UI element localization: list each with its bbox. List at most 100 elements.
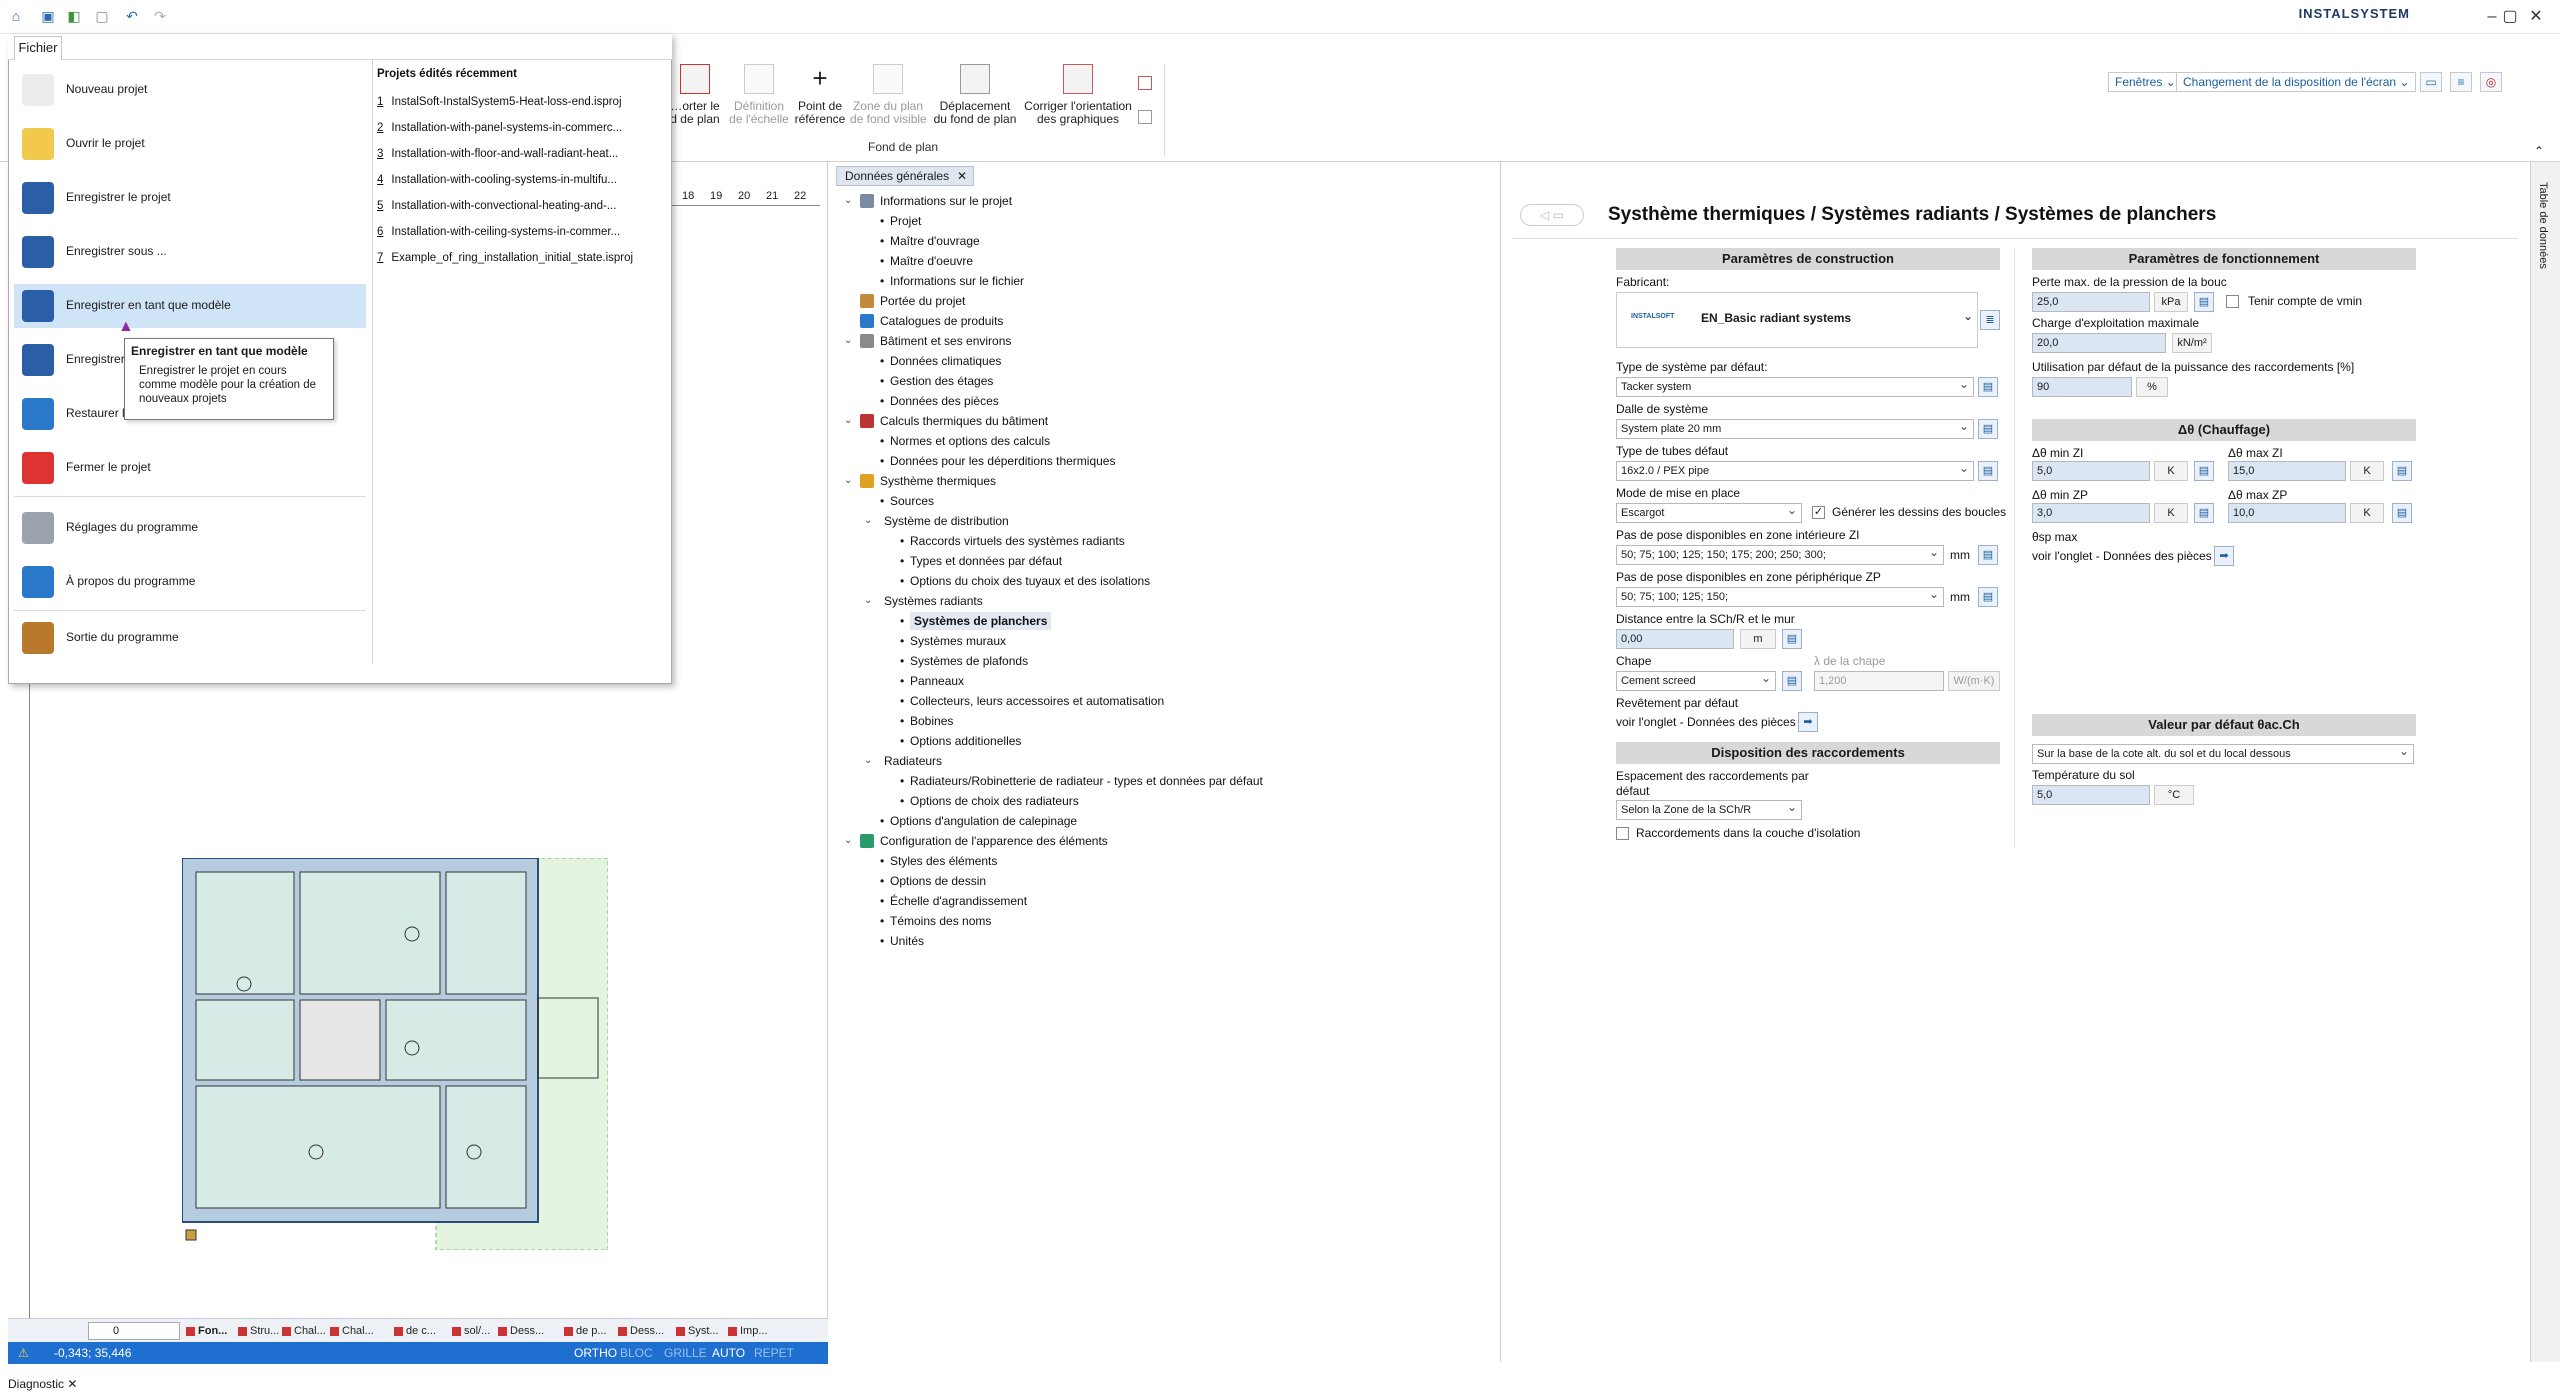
tree-node[interactable]: Systèmes de plafonds [910,652,1028,670]
recent-project-item[interactable]: 4 Installation-with-cooling-systems-in-mu… [377,174,617,186]
load-input[interactable]: 20,0 [2032,333,2166,353]
tree-node[interactable]: Données pour les déperditions thermiques [890,452,1115,470]
layer-tab[interactable]: Chal... [328,1322,374,1340]
vmin-checkbox[interactable] [2226,295,2239,308]
pipe-table-button[interactable]: ▤ [1978,461,1998,481]
tree-node[interactable]: Unités [890,932,924,950]
help-icon[interactable]: ◎ [2480,72,2502,92]
tree-node[interactable]: Témoins des noms [890,912,991,930]
min-zp-table-button[interactable]: ▤ [2194,503,2214,523]
tree-toggle-icon[interactable]: ⌄ [844,475,852,486]
undo-icon[interactable]: ↶ [124,8,140,24]
ribbon-reference-point-button[interactable]: + Point de référence [792,64,848,126]
tree-node[interactable]: Systèmes radiants [884,592,983,610]
lambda-input[interactable]: 1,200 [1814,671,1944,691]
tree-node[interactable]: Collecteurs, leurs accessoires et automa… [910,692,1164,710]
mode-grille[interactable]: GRILLE [664,1342,707,1364]
tree-node[interactable]: Raccords virtuels des systèmes radiants [910,532,1125,550]
layer-tab[interactable]: Dess... [616,1322,664,1340]
catalog-button[interactable]: ≣ [1980,310,2000,330]
pitch-zp-select[interactable]: 50; 75; 100; 125; 150; [1616,587,1944,607]
tree-toggle-icon[interactable]: ⌄ [844,415,852,426]
recent-project-item[interactable]: 1 InstalSoft-InstalSystem5-Heat-loss-end.… [377,96,622,108]
tree-node[interactable]: Normes et options des calculs [890,432,1050,450]
tab-general-data[interactable]: Données générales ✕ [836,166,975,186]
menu-item-0[interactable]: Nouveau projet [14,68,366,112]
tree-node[interactable]: Options du choix des tuyaux et des isola… [910,572,1150,590]
tree-node[interactable]: Calculs thermiques du bâtiment [880,412,1048,430]
menu-item-10[interactable]: Sortie du programme [14,616,366,660]
pressure-table-button[interactable]: ▤ [2194,292,2214,312]
menu-item-1[interactable]: Ouvrir le projet [14,122,366,166]
system-type-select[interactable]: Tacker system [1616,377,1974,397]
ribbon-import-button[interactable]: …orter le d de plan [664,64,726,126]
min-zi-table-button[interactable]: ▤ [2194,461,2214,481]
spacing-select[interactable]: Selon la Zone de la SCh/R [1616,800,1802,820]
usage-input[interactable]: 90 [2032,377,2132,397]
close-icon[interactable]: ✕ [67,1377,77,1391]
tree-node[interactable]: Types et données par défaut [910,552,1062,570]
tree-node[interactable]: Système de distribution [884,512,1009,530]
layer-tab[interactable]: de c... [392,1322,436,1340]
mode-bloc[interactable]: BLOC [620,1342,653,1364]
save-icon[interactable]: ▣ [40,8,56,24]
data-table-sidebar[interactable]: Table de données [2530,162,2560,1362]
layout-dropdown[interactable]: Changement de la disposition de l'écran … [2176,72,2417,92]
max-zi-table-button[interactable]: ▤ [2392,461,2412,481]
basis-select[interactable]: Sur la base de la cote alt. du sol et du… [2032,744,2414,764]
pitch-zi-table-button[interactable]: ▤ [1978,545,1998,565]
distance-table-button[interactable]: ▤ [1782,629,1802,649]
tree-node[interactable]: Maître d'oeuvre [890,252,973,270]
menu-item-7[interactable]: Fermer le projet [14,446,366,490]
distance-input[interactable]: 0,00 [1616,629,1734,649]
pressure-input[interactable]: 25,0 [2032,292,2150,312]
tree-toggle-icon[interactable]: ⌄ [844,195,852,206]
tree-toggle-icon[interactable]: ⌄ [864,595,872,606]
tree-node[interactable]: Systhème thermiques [880,472,996,490]
tree-node[interactable]: Systèmes muraux [910,632,1006,650]
tree-node[interactable]: Données des pièces [890,392,999,410]
laying-select[interactable]: Escargot [1616,503,1802,523]
slab-table-button[interactable]: ▤ [1978,419,1998,439]
recent-project-item[interactable]: 3 Installation-with-floor-and-wall-radian… [377,148,618,160]
layer-tab[interactable]: Dess... [496,1322,544,1340]
tree-node[interactable]: Radiateurs [884,752,942,770]
layer-select[interactable]: 0 [88,1322,180,1340]
window-icon[interactable]: ▭ [2420,72,2442,92]
tree-node[interactable]: Bobines [910,712,953,730]
diagnostic-tab[interactable]: Diagnostic ✕ [8,1372,77,1396]
close-icon[interactable]: ✕ [957,167,967,185]
tree-node[interactable]: Options d'angulation de calepinage [890,812,1077,830]
ribbon-visible-zone-button[interactable]: Zone du plan de fond visible [850,64,927,126]
collapse-ribbon-icon[interactable]: ⌃ [2534,144,2544,158]
tree-node[interactable]: Sources [890,492,934,510]
max-zi-input[interactable]: 15,0 [2228,461,2346,481]
insulation-checkbox[interactable] [1616,827,1629,840]
tree-node[interactable]: Systèmes de planchers [910,612,1052,630]
system-type-table-button[interactable]: ▤ [1978,377,1998,397]
close-window-button[interactable]: ✕ [2516,4,2556,30]
min-zp-input[interactable]: 3,0 [2032,503,2150,523]
recent-project-item[interactable]: 5 Installation-with-convectional-heating-… [377,200,616,212]
generate-loops-checkbox[interactable]: ✓ [1812,506,1825,519]
tree-node[interactable]: Options additionelles [910,732,1021,750]
layer-tab[interactable]: sol/... [450,1322,490,1340]
pitch-zp-table-button[interactable]: ▤ [1978,587,1998,607]
pitch-zi-select[interactable]: 50; 75; 100; 125; 150; 175; 200; 250; 30… [1616,545,1944,565]
windows-dropdown[interactable]: Fenêtres ⌄ [2108,72,2183,92]
tree-node[interactable]: Configuration de l'apparence des élément… [880,832,1108,850]
tree-node[interactable]: Informations sur le projet [880,192,1012,210]
layers-icon[interactable]: ≡ [2450,72,2472,92]
go-to-rooms-button[interactable]: ➡ [1798,712,1818,732]
menu-item-2[interactable]: Enregistrer le projet [14,176,366,220]
manufacturer-select[interactable]: INSTALSOFT EN_Basic radiant systems ⌄ [1616,292,1978,348]
recent-project-item[interactable]: 6 Installation-with-ceiling-systems-in-co… [377,226,620,238]
layer-tab[interactable]: Stru... [236,1322,279,1340]
layer-tab[interactable]: Chal... [280,1322,326,1340]
menu-item-4[interactable]: Enregistrer en tant que modèle [14,284,366,328]
screed-select[interactable]: Cement screed [1616,671,1776,691]
ribbon-scale-button[interactable]: Définition de l'échelle [728,64,790,126]
slab-select[interactable]: System plate 20 mm [1616,419,1974,439]
tree-node[interactable]: Données climatiques [890,352,1001,370]
recent-project-item[interactable]: 7 Example_of_ring_installation_initial_st… [377,252,633,264]
